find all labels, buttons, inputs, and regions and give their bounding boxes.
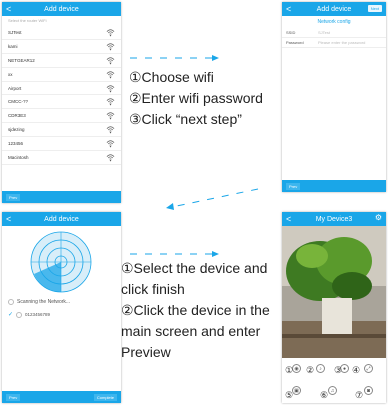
footer-bar: Prev (2, 191, 121, 203)
screen-wifi-list: < Add device Select the router WiFi SJTe… (2, 2, 121, 203)
wifi-icon (106, 154, 115, 162)
wifi-icon (106, 112, 115, 120)
wifi-name: sjdezing (8, 127, 25, 133)
title-bar: < Add device (2, 2, 121, 16)
callout-number: ④ (352, 365, 361, 375)
wifi-icon (106, 43, 115, 51)
device-id: 0123456789 (25, 312, 51, 317)
spinner-icon (8, 299, 14, 305)
arrow-right (130, 55, 219, 61)
wifi-icon (106, 57, 115, 65)
footer-bar: Prev (282, 180, 386, 192)
gear-icon[interactable]: ⚙ (375, 213, 382, 222)
wifi-name: CDR3E3 (8, 113, 26, 119)
complete-button[interactable]: Complete (93, 394, 117, 401)
talk-button[interactable]: ♫ (328, 386, 337, 395)
prev-button[interactable]: Prev (6, 194, 21, 201)
screen-title: My Device3 (315, 215, 353, 223)
mic-button[interactable]: ◉ (292, 364, 301, 373)
section-title: Network config (317, 19, 351, 25)
wifi-list-item[interactable]: kami (2, 40, 121, 54)
password-row: Password Please enter the password (282, 38, 386, 48)
ssid-label: SSID (286, 30, 296, 35)
footer-bar: Prev Complete (2, 391, 121, 403)
wifi-name: NETGEAR12 (8, 57, 35, 63)
screen-title: Add device (44, 5, 79, 13)
wifi-name: 123456 (8, 141, 24, 147)
instruction-line: ①Choose wifi (129, 69, 214, 85)
callout-number: ① (285, 365, 294, 375)
wifi-icon (106, 126, 115, 134)
wifi-name: xx (8, 71, 13, 77)
title-bar: < My Device3 ⚙ (282, 212, 386, 226)
callout-number: ③ (334, 365, 343, 375)
screen-network-config: < Add device Next Network config SSID SJ… (282, 2, 386, 192)
instruction-line: ①Select the device and (121, 260, 268, 276)
title-bar: < Add device Next (282, 2, 386, 16)
wifi-list: SJTest kami NETGEAR12 xx Airport CMCC-?? CDR3E… (2, 26, 121, 165)
back-button[interactable]: < (6, 213, 11, 225)
speaker-button[interactable]: ♪ (316, 364, 325, 373)
instruction-line: main screen and enter (121, 323, 261, 339)
wifi-icon (106, 98, 115, 106)
screen-title: Add device (316, 5, 352, 13)
callout-number: ② (306, 365, 315, 375)
callout-number: ⑦ (355, 390, 364, 400)
camera-button[interactable]: ◙ (364, 386, 373, 395)
radar-graphic (30, 231, 92, 293)
scanning-text: Scanning the Network... (17, 299, 71, 305)
title-bar: < Add device (2, 212, 121, 226)
wifi-list-item[interactable]: CDR3E3 (2, 109, 121, 124)
back-button[interactable]: < (286, 213, 291, 225)
back-button[interactable]: < (6, 3, 11, 15)
hint-text: Select the router WiFi (8, 18, 47, 23)
snapshot-button[interactable]: ▣ (292, 386, 301, 395)
wifi-list-item[interactable]: sjdezing (2, 123, 121, 138)
wifi-list-item[interactable]: Macintosh (2, 151, 121, 165)
wifi-icon (106, 85, 115, 92)
instructions-top: ①Choose wifi ②Enter wifi password ③Click… (129, 67, 263, 130)
back-button[interactable]: < (286, 3, 291, 15)
wifi-name: kami (8, 43, 18, 49)
fullscreen-button[interactable]: ⤢ (364, 364, 373, 373)
device-icon (16, 311, 23, 318)
instructions-bottom: ①Select the device and click finish ②Cli… (121, 258, 270, 363)
wifi-list-item[interactable]: 123456 (2, 137, 121, 152)
screen-title: Add device (44, 215, 79, 223)
ssid-row: SSID SJTest (282, 28, 386, 38)
wifi-list-item[interactable]: SJTest (2, 26, 121, 40)
wifi-list-item[interactable]: NETGEAR12 (2, 54, 121, 68)
instruction-line: click finish (121, 281, 185, 297)
wifi-icon (106, 140, 115, 148)
wifi-icon (106, 29, 115, 37)
wifi-list-item[interactable]: Airport (2, 82, 121, 96)
scanning-row: Scanning the Network... (8, 299, 70, 305)
next-button[interactable]: Next (367, 5, 382, 12)
wifi-name: Airport (8, 85, 22, 91)
instruction-line: Preview (121, 344, 171, 360)
instruction-line: ②Enter wifi password (129, 90, 263, 106)
callout-number: ⑤ (285, 390, 294, 400)
instruction-line: ③Click “next step” (129, 111, 242, 127)
check-icon: ✓ (8, 312, 14, 318)
arrow-left (166, 188, 259, 210)
wifi-list-item[interactable]: CMCC-?? (2, 95, 121, 110)
instruction-line: ②Click the device in the (121, 302, 270, 318)
screen-scanning: < Add device Scanning the Network... ✓ 0… (2, 212, 121, 403)
prev-button[interactable]: Prev (286, 183, 301, 190)
prev-button[interactable]: Prev (6, 394, 21, 401)
device-item[interactable]: ✓ 0123456789 (8, 311, 50, 318)
callout-number: ⑥ (320, 390, 329, 400)
password-input[interactable]: Please enter the password (318, 40, 365, 45)
wifi-name: CMCC-?? (8, 99, 29, 105)
ssid-value[interactable]: SJTest (318, 30, 330, 35)
wifi-name: SJTest (8, 30, 22, 35)
wifi-list-item[interactable]: xx (2, 68, 121, 82)
wifi-icon (106, 71, 115, 78)
wifi-name: Macintosh (8, 155, 29, 161)
password-label: Password (286, 40, 304, 45)
camera-preview (282, 226, 386, 358)
